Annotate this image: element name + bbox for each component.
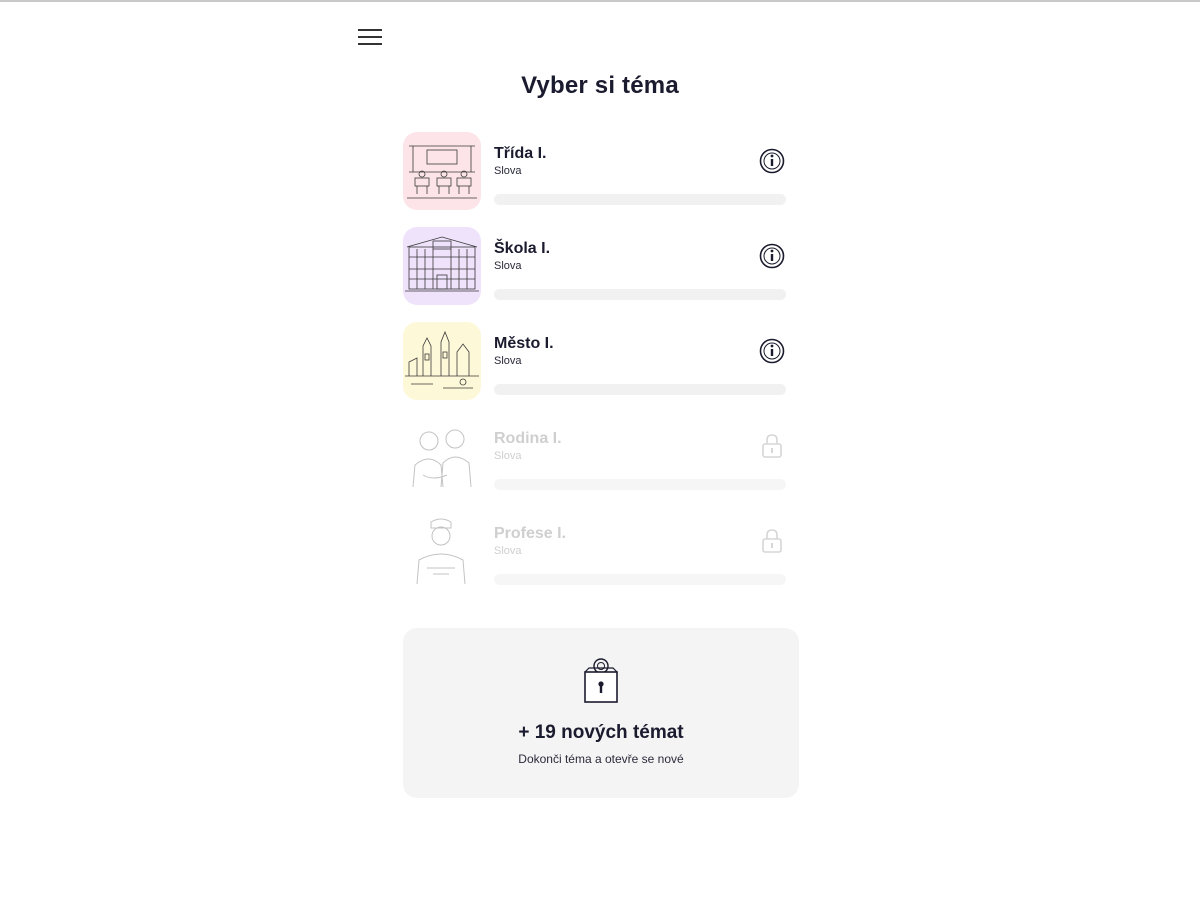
topic-item-trida[interactable]: Třída I. Slova xyxy=(403,131,799,226)
info-icon[interactable] xyxy=(758,242,786,270)
topic-title: Třída I. xyxy=(494,145,547,162)
topic-item-mesto[interactable]: Město I. Slova xyxy=(403,321,799,416)
topic-subtitle: Slova xyxy=(494,260,522,272)
topic-thumbnail-professions xyxy=(403,512,481,590)
topic-thumbnail-city xyxy=(403,322,481,400)
topic-progress-bar xyxy=(494,384,786,395)
topic-item-profese: Profese I. Slova xyxy=(403,511,799,606)
lock-icon xyxy=(758,527,786,555)
topic-title: Město I. xyxy=(494,335,554,352)
lock-icon xyxy=(758,432,786,460)
top-border xyxy=(0,0,1200,2)
topic-item-skola[interactable]: Škola I. Slova xyxy=(403,226,799,321)
padlock-icon xyxy=(581,656,621,706)
topic-subtitle: Slova xyxy=(494,545,522,557)
topic-list: Třída I. Slova Škola I. Slova Město I. S… xyxy=(403,131,799,606)
info-icon[interactable] xyxy=(758,147,786,175)
topic-item-rodina: Rodina I. Slova xyxy=(403,416,799,511)
topic-progress-bar xyxy=(494,574,786,585)
topic-progress-bar xyxy=(494,194,786,205)
topic-thumbnail-family xyxy=(403,417,481,495)
topic-subtitle: Slova xyxy=(494,450,522,462)
unlock-card-subtitle: Dokonči téma a otevře se nové xyxy=(518,752,684,766)
topic-subtitle: Slova xyxy=(494,355,522,367)
unlock-more-topics-card: + 19 nových témat Dokonči téma a otevře … xyxy=(403,628,799,798)
info-icon[interactable] xyxy=(758,337,786,365)
topic-title: Rodina I. xyxy=(494,430,562,447)
topic-progress-bar xyxy=(494,289,786,300)
topic-subtitle: Slova xyxy=(494,165,522,177)
topic-title: Škola I. xyxy=(494,240,551,257)
topic-thumbnail-classroom xyxy=(403,132,481,210)
topic-thumbnail-school xyxy=(403,227,481,305)
topic-title: Profese I. xyxy=(494,525,567,542)
page-title: Vyber si téma xyxy=(521,72,679,99)
unlock-card-title: + 19 nových témat xyxy=(518,722,684,743)
hamburger-menu-icon[interactable] xyxy=(356,26,384,48)
topic-progress-bar xyxy=(494,479,786,490)
